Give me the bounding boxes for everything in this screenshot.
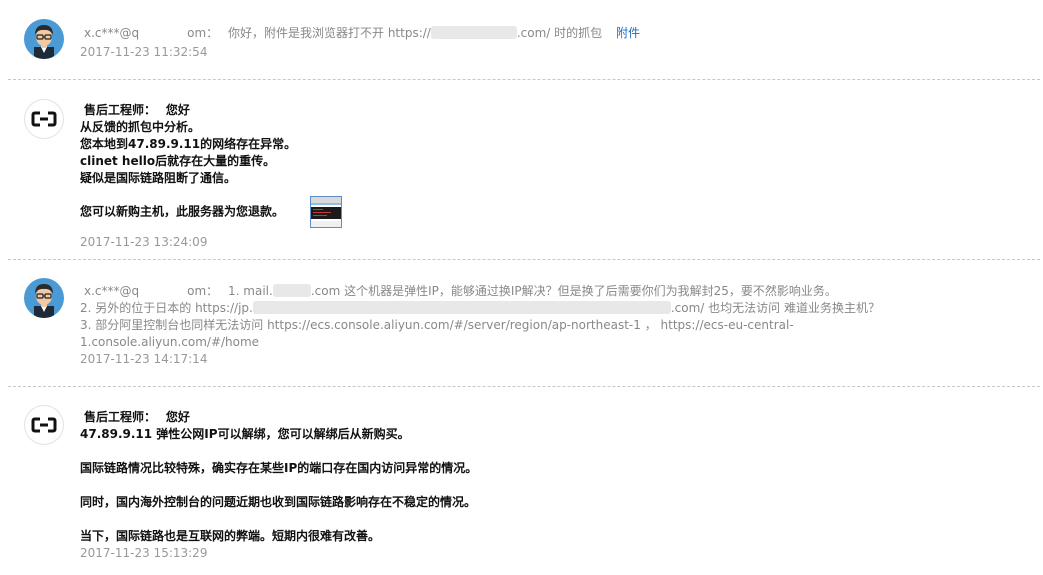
message-line: 国际链路情况比较特殊，确实存在某些IP的端口存在国内访问异常的情况。 bbox=[80, 461, 478, 475]
attachment-link[interactable]: 附件 bbox=[616, 26, 640, 40]
aliyun-avatar bbox=[24, 99, 64, 139]
message-line: 1.console.aliyun.com/#/home bbox=[80, 335, 260, 349]
message-line: 同时，国内海外控制台的问题近期也收到国际链路影响存在不稳定的情况。 bbox=[80, 495, 477, 509]
message-divider bbox=[8, 79, 1040, 80]
message-line: 疑似是国际链路阻断了通信。 bbox=[80, 171, 237, 185]
sender-email: x.c***@q om： bbox=[84, 26, 219, 40]
message-timestamp: 2017-11-23 15:13:29 bbox=[80, 546, 208, 560]
customer-avatar bbox=[24, 278, 64, 318]
message-line: 您可以新购主机，此服务器为您退款。 bbox=[80, 196, 980, 228]
greeting: 您好 bbox=[165, 103, 190, 117]
redacted-text bbox=[430, 26, 517, 39]
message-divider bbox=[8, 259, 1040, 260]
sender-email: x.c***@q om： bbox=[84, 284, 219, 298]
message-timestamp: 2017-11-23 14:17:14 bbox=[80, 352, 208, 366]
sender-name: 售后工程师： bbox=[84, 410, 157, 424]
message-line: x.c***@q om： 1. mail. .com 这个机器是弹性IP，能够通过换… bbox=[84, 284, 837, 298]
redacted-text bbox=[252, 301, 671, 314]
message-header: 售后工程师： 您好 bbox=[84, 409, 980, 426]
message-header: 售后工程师： 您好 bbox=[84, 102, 980, 119]
message-line: 您本地到47.89.9.11的网络存在异常。 bbox=[80, 137, 297, 151]
message-line: 2. 另外的位于日本的 https://jp. .com/ 也均无法访问 难道业务… bbox=[80, 301, 880, 315]
redacted-text bbox=[139, 26, 188, 39]
message-line: 当下，国际链路也是互联网的弊端。短期内很难有改善。 bbox=[80, 529, 381, 543]
message-timestamp: 2017-11-23 11:32:54 bbox=[80, 45, 208, 59]
redacted-text bbox=[139, 284, 188, 297]
attachment-thumbnail[interactable] bbox=[310, 196, 343, 228]
message-line: 47.89.9.11 弹性公网IP可以解绑，您可以解绑后从新购买。 bbox=[80, 427, 410, 441]
message-timestamp: 2017-11-23 13:24:09 bbox=[80, 235, 208, 249]
aliyun-avatar bbox=[24, 405, 64, 445]
redacted-text bbox=[272, 284, 311, 297]
message-divider bbox=[8, 386, 1040, 387]
customer-avatar bbox=[24, 19, 64, 59]
greeting: 您好 bbox=[165, 410, 190, 424]
sender-name: 售后工程师： bbox=[84, 103, 157, 117]
message-body: x.c***@q om： 你好，附件是我浏览器打不开 https://.com/ … bbox=[84, 26, 641, 40]
message-line: clinet hello后就存在大量的重传。 bbox=[80, 154, 276, 168]
message-line: 3. 部分阿里控制台也同样无法访问 https://ecs.console.al… bbox=[80, 318, 794, 332]
message-line: 从反馈的抓包中分析。 bbox=[80, 120, 201, 134]
